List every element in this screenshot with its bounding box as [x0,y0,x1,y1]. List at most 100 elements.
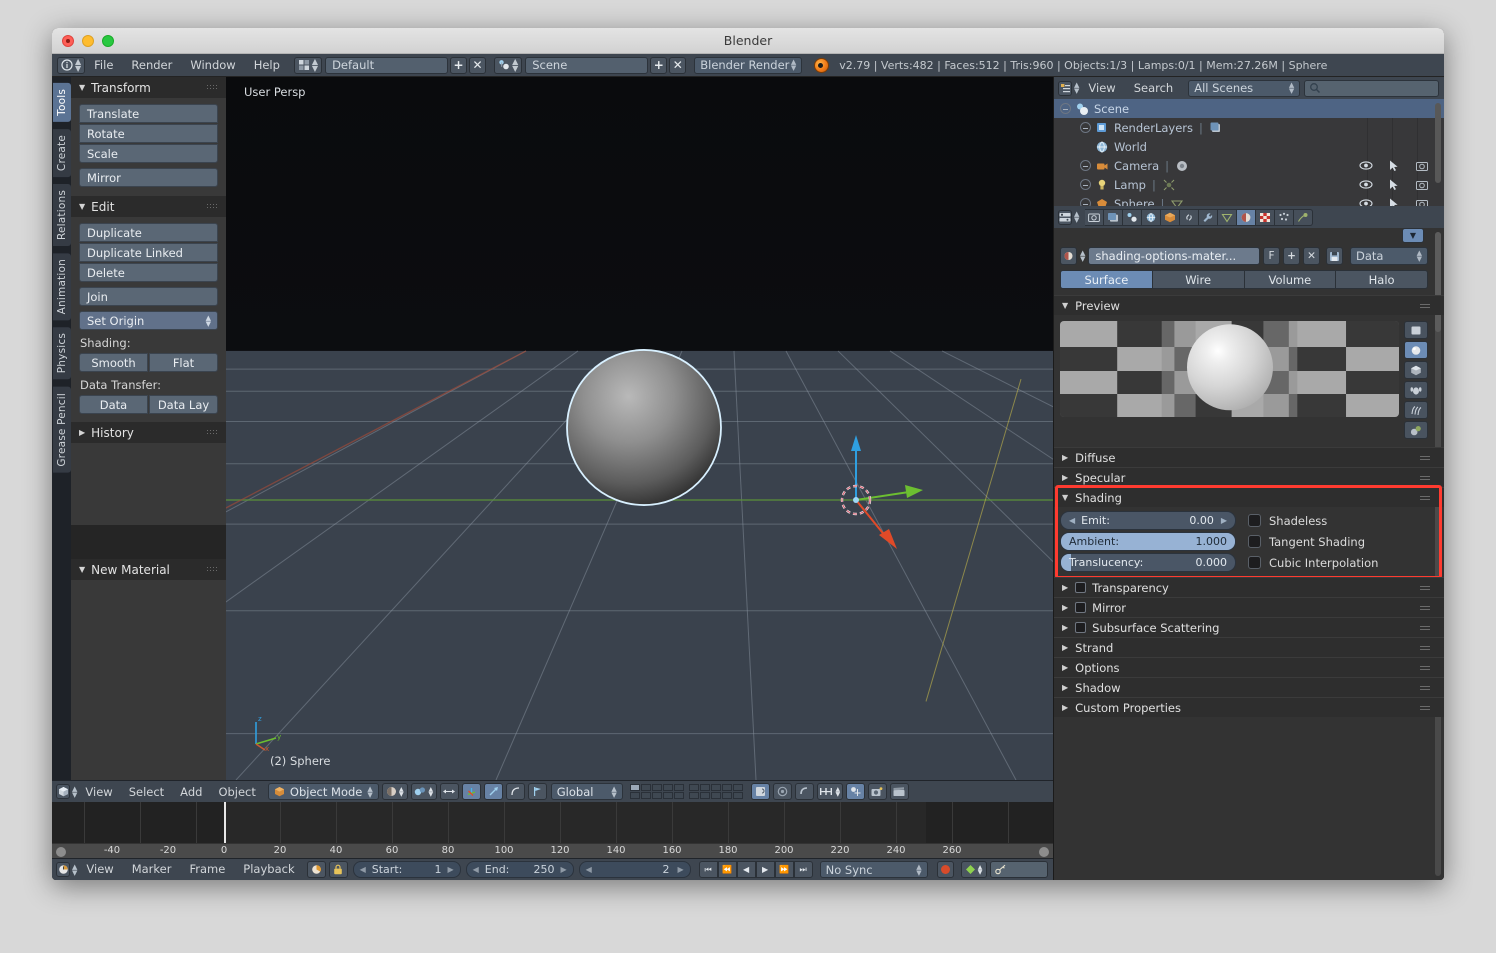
properties-tab-render[interactable] [1085,208,1105,226]
mirror-checkbox[interactable] [1075,602,1087,613]
use-audio-scrub-toggle[interactable] [306,861,326,878]
properties-tab-particles[interactable] [1275,208,1295,226]
sync-mode-select[interactable]: No Sync ▲ ▼ [819,861,928,878]
chevron-left-icon[interactable]: ◀ [473,865,479,874]
toolshelf-tab-tools[interactable]: Tools [52,83,71,122]
current-frame-field[interactable]: ◀ 2 ▶ [578,861,691,878]
shadeless-checkbox[interactable] [1248,514,1261,527]
toolshelf-tab-physics[interactable]: Physics [52,327,71,380]
outliner-row-sphere[interactable]: Sphere | [1054,194,1444,206]
section-header-shading[interactable]: ▼ Shading [1054,487,1444,507]
layer-cell[interactable] [699,792,710,799]
remove-screen-layout-button[interactable]: ✕ [469,56,487,74]
timeline-menu-frame[interactable]: Frame [180,858,234,880]
viewport-menu-view[interactable]: View [77,781,120,803]
scene-browse-button[interactable]: ▲ ▼ [494,56,523,74]
section-header-strand[interactable]: ▶ Strand [1054,637,1444,657]
properties-tab-scene[interactable] [1123,208,1143,226]
cubic-interpolation-checkbox-row[interactable]: Cubic Interpolation [1248,553,1428,572]
preview-type-sphere[interactable] [1404,341,1428,359]
material-type-volume[interactable]: Volume [1244,270,1337,289]
editor-type-outliner-button[interactable] [1058,80,1072,96]
toolshelf-tab-relations[interactable]: Relations [52,183,71,246]
layer-cell[interactable] [662,784,673,791]
preview-type-hair[interactable] [1404,401,1428,419]
render-engine-select[interactable]: Blender Render ▲ ▼ [694,56,803,74]
layer-cell[interactable] [640,792,651,799]
material-type-halo[interactable]: Halo [1336,270,1428,289]
material-browse-button[interactable] [1060,247,1077,265]
eye-icon[interactable] [1359,179,1373,190]
snap-during-transform-toggle[interactable] [845,783,865,800]
layer-cell[interactable] [688,792,699,799]
panel-header-edit[interactable]: ▼ Edit [71,196,226,217]
copy-material-button[interactable] [1326,247,1343,265]
emit-slider[interactable]: ◀ Emit: 0.00 ▶ [1060,511,1236,530]
manipulator-toggle[interactable] [439,783,459,800]
scale-button[interactable]: Scale [79,144,218,163]
properties-tab-constraints[interactable] [1180,208,1200,226]
jump-next-keyframe-button[interactable]: ⏩ [774,861,794,878]
layer-cell[interactable] [629,792,640,799]
layer-cell[interactable] [640,784,651,791]
shade-smooth-button[interactable]: Smooth [79,353,148,372]
panel-header-new-material[interactable]: ▼ New Material [71,559,226,580]
duplicate-linked-button[interactable]: Duplicate Linked [79,243,218,262]
layer-cell[interactable] [699,784,710,791]
jump-to-start-button[interactable]: ⏮ [698,861,718,878]
material-type-wire[interactable]: Wire [1152,270,1245,289]
outliner-display-mode-select[interactable]: All Scenes ▲ ▼ [1188,79,1301,97]
scene-layers-widget[interactable] [629,784,743,799]
section-header-custom-properties[interactable]: ▶ Custom Properties [1054,697,1444,717]
interaction-mode-select[interactable]: Object Mode ▲ ▼ [267,783,379,800]
preview-type-flat[interactable] [1404,321,1428,339]
chevron-right-icon[interactable]: ▶ [447,865,453,874]
chevron-right-icon[interactable]: ▶ [560,865,566,874]
join-button[interactable]: Join [79,287,218,306]
viewport-shading-select[interactable]: ▲ ▼ [381,783,408,800]
opengl-render-animation-button[interactable] [889,783,909,800]
editor-type-properties-button[interactable] [1058,209,1072,225]
play-button[interactable]: ▶ [755,861,775,878]
layer-cell[interactable] [710,792,721,799]
viewport-menu-add[interactable]: Add [172,781,210,803]
cursor-arrow-icon[interactable] [1389,160,1400,172]
chevron-right-icon[interactable]: ▶ [677,865,683,874]
shadeless-checkbox-row[interactable]: Shadeless [1248,511,1428,530]
menu-window[interactable]: Window [181,54,244,77]
fake-user-button[interactable]: F [1263,247,1280,265]
outliner-row-lamp[interactable]: Lamp | [1054,175,1444,194]
properties-tab-material[interactable] [1237,208,1257,226]
outliner-menu-view[interactable]: View [1079,77,1124,100]
section-header-preview[interactable]: ▼ Preview [1054,295,1444,315]
layer-cell[interactable] [673,792,684,799]
outliner-row-scene[interactable]: Scene [1054,99,1444,118]
properties-scrollbar-thumb[interactable] [1435,232,1441,332]
snap-element-select[interactable]: ▲ ▼ [816,783,843,800]
timeline-scroll-knob-right[interactable] [1039,847,1049,857]
jump-to-end-button[interactable]: ⏭ [793,861,813,878]
rotate-button[interactable]: Rotate [79,124,218,143]
pivot-point-select[interactable]: ▲ ▼ [410,783,437,800]
outliner-row-renderlayers[interactable]: RenderLayers | [1054,118,1444,137]
tangent-shading-checkbox[interactable] [1248,535,1261,548]
timeline-menu-playback[interactable]: Playback [234,858,303,880]
layer-cell[interactable] [651,792,662,799]
transparency-checkbox[interactable] [1075,582,1087,593]
outliner-row-world[interactable]: World [1054,137,1444,156]
preview-type-monkey[interactable] [1404,381,1428,399]
layer-cell[interactable] [629,784,640,791]
chevron-left-icon[interactable]: ◀ [586,865,592,874]
eye-icon[interactable] [1359,160,1373,171]
properties-tab-data[interactable] [1218,208,1238,226]
shade-flat-button[interactable]: Flat [149,353,218,372]
transform-orientation-select[interactable]: Global ▲ ▼ [550,783,623,800]
material-preview-render[interactable] [1060,321,1399,417]
cursor-arrow-icon[interactable] [1389,179,1400,191]
mirror-button[interactable]: Mirror [79,168,218,187]
expand-toggle-icon[interactable] [1080,160,1091,171]
outliner-tree[interactable]: Scene RenderLayers | World Camera | Lamp… [1054,99,1444,206]
frame-end-field[interactable]: ◀ End: 250 ▶ [465,861,574,878]
timeline-ruler[interactable]: -40 -20 0 20 40 60 80 100 120 140 160 18… [52,843,1053,858]
material-slot-expand-button[interactable]: ▼ [1402,228,1424,243]
